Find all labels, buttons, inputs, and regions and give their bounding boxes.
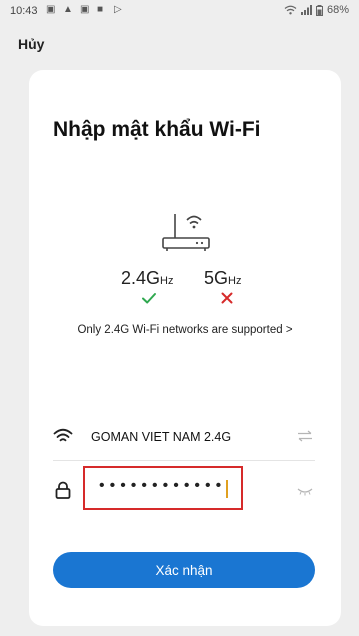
notification-icons: ▣ ▲ ▣ ■ ▷ (46, 5, 124, 15)
check-icon (142, 293, 156, 304)
lock-icon (55, 481, 71, 499)
band-2-4ghz-unit: Hz (160, 275, 174, 287)
wifi-icon (53, 428, 73, 442)
band-5ghz-value: 5G (204, 268, 229, 288)
band-5ghz-label: 5GHz (204, 268, 241, 289)
message-icon: ▣ (46, 4, 56, 15)
password-field-highlight[interactable] (83, 466, 243, 510)
router-icon (162, 214, 210, 251)
supported-networks-link[interactable]: Only 2.4G Wi-Fi networks are supported > (29, 324, 341, 336)
confirm-button[interactable]: Xác nhận (53, 552, 315, 588)
band-2-4ghz-value: 2.4G (121, 268, 161, 288)
ssid-row[interactable]: GOMAN VIET NAM 2.4G (53, 420, 315, 461)
signal-icon (300, 5, 312, 15)
battery-icon (315, 4, 323, 16)
battery-level: 68% (326, 4, 349, 16)
app-icon: ■ (97, 4, 104, 15)
eye-icon[interactable] (297, 488, 313, 496)
gallery-icon: ▣ (80, 4, 90, 15)
password-row (53, 466, 315, 510)
band-2-4ghz-label: 2.4GHz (121, 268, 173, 289)
cross-icon (221, 292, 233, 304)
band-5ghz-unit: Hz (228, 275, 242, 287)
swap-icon[interactable] (297, 430, 313, 442)
status-time: 10:43 (10, 5, 38, 17)
status-right: 68% (284, 4, 349, 16)
chevron-right-icon: > (285, 324, 293, 336)
play-icon: ▷ (114, 4, 122, 15)
ssid-name: GOMAN VIET NAM 2.4G (91, 430, 232, 444)
wifi-password-card: Nhập mật khẩu Wi-Fi 2.4GHz 5GHz Only 2.4… (29, 70, 341, 626)
text-cursor (226, 480, 228, 498)
wifi-status-icon (284, 5, 297, 15)
cancel-button[interactable]: Hủy (18, 36, 44, 52)
status-bar: 10:43 ▣ ▲ ▣ ■ ▷ 68% (0, 0, 359, 24)
page-title: Nhập mật khẩu Wi-Fi (53, 118, 261, 141)
supported-networks-text: Only 2.4G Wi-Fi networks are supported (77, 324, 283, 336)
password-input[interactable] (95, 476, 227, 496)
bell-icon: ▲ (63, 4, 73, 15)
